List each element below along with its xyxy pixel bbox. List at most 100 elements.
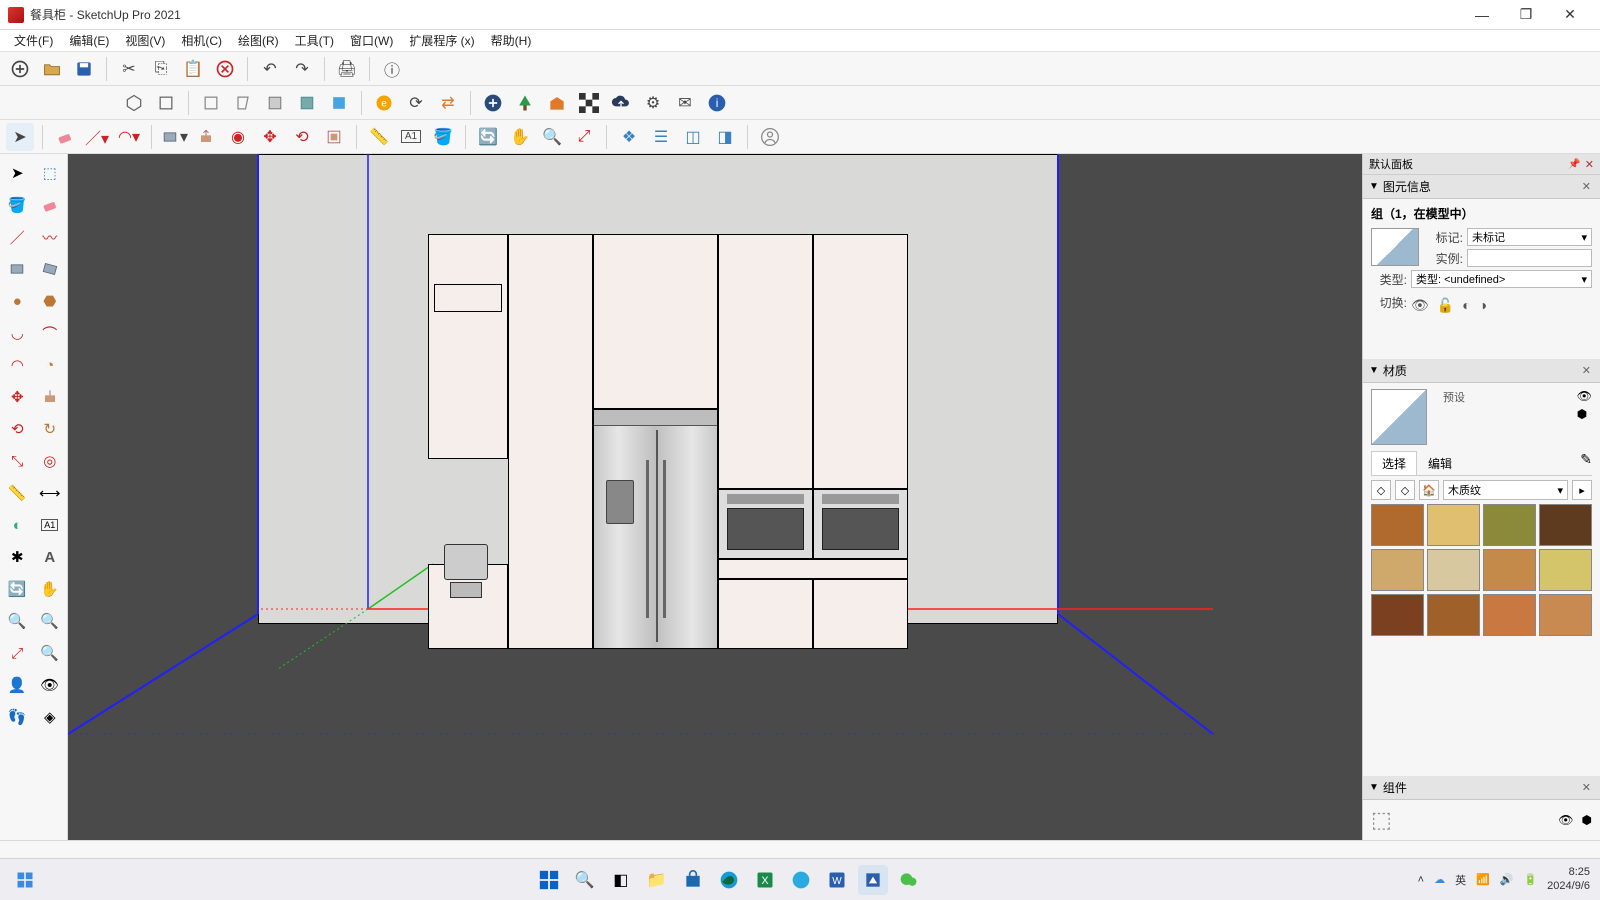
materials-header[interactable]: ▼ 材质 ✕ [1363,359,1600,383]
menu-file[interactable]: 文件(F) [6,30,61,51]
cut-button[interactable]: ✂ [115,55,143,83]
instance-field[interactable] [1467,249,1592,267]
kitchen-model[interactable] [428,234,908,649]
menu-window[interactable]: 窗口(W) [342,30,401,51]
widgets-button[interactable] [10,865,40,895]
delete-button[interactable] [211,55,239,83]
zoom-tool-large[interactable]: 🔍 [2,606,33,636]
tray-close-icon[interactable]: ✕ [1585,158,1594,171]
tray-title-bar[interactable]: 默认面板 📌 ✕ [1363,154,1600,175]
mail-icon[interactable]: ✉ [671,89,699,117]
explorer-app[interactable]: 📁 [642,865,672,895]
left-view-button[interactable] [293,89,321,117]
copy-button[interactable]: ⎘ [147,55,175,83]
look-around-tool[interactable]: 👁 [35,670,66,700]
component-add-icon[interactable]: ⬢ [1582,813,1592,827]
nav-menu-icon[interactable]: ▸ [1572,480,1592,500]
orbit-tool-large[interactable]: 🔄 [2,574,33,604]
tray-wifi-icon[interactable]: 📶 [1476,873,1490,886]
rect-tool[interactable]: ▾ [160,123,188,151]
polygon-tool[interactable]: ⬣ [35,286,66,316]
pushpull-tool[interactable] [192,123,220,151]
nav-home-icon[interactable]: 🏠 [1419,480,1439,500]
pushpull-tool-large[interactable] [35,382,66,412]
ime-indicator[interactable]: 英 [1455,872,1466,888]
add-circle-icon[interactable] [479,89,507,117]
model-info-button[interactable]: ⓘ [378,55,406,83]
layers-icon[interactable]: ☰ [647,123,675,151]
iso-view-button[interactable] [120,89,148,117]
tray-volume-icon[interactable]: 🔊 [1500,873,1514,886]
tab-edit[interactable]: 编辑 [1417,451,1463,475]
section-cut-icon[interactable]: ◨ [711,123,739,151]
sync-icon[interactable]: ⇄ [434,89,462,117]
material-swatch-0[interactable] [1371,504,1424,546]
menu-draw[interactable]: 绘图(R) [230,30,287,51]
freehand-tool[interactable]: 〰 [35,222,66,252]
nav-back-icon[interactable]: ◇ [1371,480,1391,500]
excel-app[interactable]: X [750,865,780,895]
redo-button[interactable]: ↷ [288,55,316,83]
zoom-extents-tool[interactable]: ⤢ [570,123,598,151]
save-button[interactable] [70,55,98,83]
material-swatch-4[interactable] [1371,549,1424,591]
tape-tool[interactable]: 📏 [365,123,393,151]
line-tool-large[interactable]: ／ [2,222,33,252]
right-view-button[interactable] [229,89,257,117]
entity-close-icon[interactable]: ✕ [1579,180,1594,193]
info-icon[interactable]: i [703,89,731,117]
undo-button[interactable]: ↶ [256,55,284,83]
material-swatch-11[interactable] [1539,594,1592,636]
pin-icon[interactable]: 📌 [1568,159,1580,170]
eraser-tool-large[interactable] [35,190,66,220]
shadow-cast-icon[interactable]: ◐ [1462,297,1470,314]
section-icon[interactable]: ◫ [679,123,707,151]
text-tool-large[interactable]: A1 [35,510,66,540]
line-tool[interactable]: ／▾ [83,123,111,151]
tab-select[interactable]: 选择 [1371,451,1417,475]
offset-tool-large[interactable]: ◎ [35,446,66,476]
material-swatch-8[interactable] [1371,594,1424,636]
tray-onedrive-icon[interactable]: ☁ [1434,873,1445,886]
component-search-icon[interactable]: 👁 [1558,813,1573,827]
material-swatch-3[interactable] [1539,504,1592,546]
dimension-tool[interactable]: ⟷ [35,478,66,508]
front-view-button[interactable] [197,89,225,117]
material-swatch-5[interactable] [1427,549,1480,591]
browser2-app[interactable] [786,865,816,895]
print-button[interactable]: 🖨 [333,55,361,83]
position-camera-tool[interactable]: 👤 [2,670,33,700]
maximize-button[interactable]: ❐ [1504,1,1548,29]
tray-chevron-icon[interactable]: ˄ [1418,874,1424,886]
tag-field[interactable]: 未标记▾ [1467,228,1592,246]
material-swatch-7[interactable] [1539,549,1592,591]
taskview-button[interactable]: ◧ [606,865,636,895]
select-tool[interactable]: ➤ [6,123,34,151]
orbit-tool[interactable]: 🔄 [474,123,502,151]
clock[interactable]: 8:25 2024/9/6 [1547,866,1590,892]
eraser-tool[interactable] [51,123,79,151]
component-tool[interactable]: ⬚ [35,158,66,188]
scale-tool[interactable] [320,123,348,151]
refresh-icon[interactable]: ⟳ [402,89,430,117]
lock-toggle-icon[interactable]: 🔓 [1437,297,1454,314]
protractor-tool[interactable]: ◐ [2,510,33,540]
pie-tool[interactable]: ◔ [35,350,66,380]
move-tool[interactable]: ✥ [256,123,284,151]
pan-tool-large[interactable]: ✋ [35,574,66,604]
materials-close-icon[interactable]: ✕ [1579,364,1594,377]
shadow-receive-icon[interactable]: ◑ [1479,297,1487,314]
new-file-button[interactable] [6,55,34,83]
tape-tool-large[interactable]: 📏 [2,478,33,508]
back-view-button[interactable] [261,89,289,117]
paint-bucket-tool[interactable]: 🪣 [2,190,33,220]
visibility-toggle-icon[interactable]: 👁 [1411,297,1429,314]
type-field[interactable]: 类型: <undefined>▾ [1411,270,1592,288]
store-app[interactable] [678,865,708,895]
axes-tool[interactable]: ✱ [2,542,33,572]
sketchup-app[interactable] [858,865,888,895]
circle-tool[interactable]: ● [2,286,33,316]
entity-info-header[interactable]: ▼ 图元信息 ✕ [1363,175,1600,199]
rotated-rect-tool[interactable] [35,254,66,284]
material-library-select[interactable]: 木质纹▾ [1443,480,1568,500]
